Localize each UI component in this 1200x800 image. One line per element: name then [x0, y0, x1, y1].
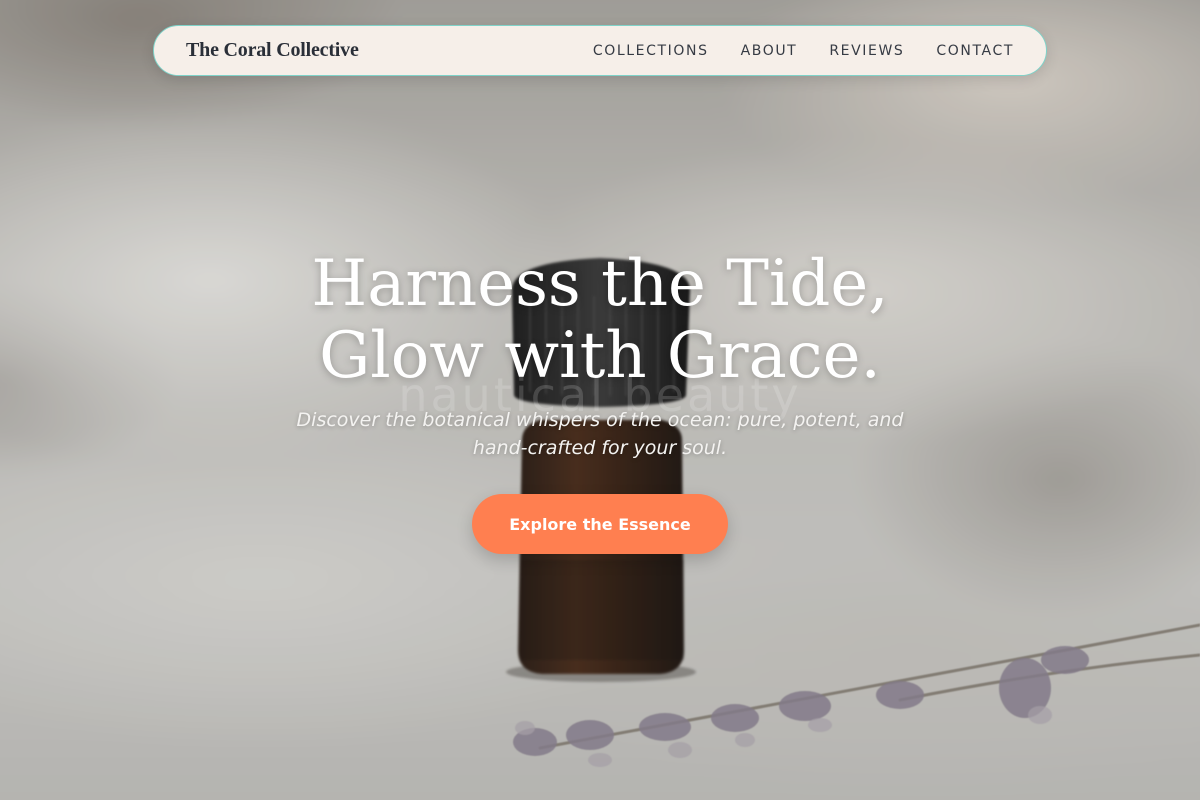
nav-link-reviews[interactable]: REVIEWS	[829, 43, 904, 59]
brand-logo[interactable]: The Coral Collective	[186, 39, 359, 62]
navigation-bar: The Coral Collective COLLECTIONS ABOUT R…	[153, 25, 1047, 76]
explore-essence-button[interactable]: Explore the Essence	[472, 494, 728, 554]
hero-section: The Coral Collective COLLECTIONS ABOUT R…	[0, 0, 1200, 800]
nav-link-collections[interactable]: COLLECTIONS	[593, 43, 709, 59]
hero-subtitle: Discover the botanical whispers of the o…	[296, 409, 904, 459]
hero-title-line-1: Harness the Tide,	[311, 247, 889, 321]
hero-overlay	[0, 0, 1200, 800]
nav-link-contact[interactable]: CONTACT	[936, 43, 1014, 59]
nav-links: COLLECTIONS ABOUT REVIEWS CONTACT	[593, 43, 1014, 59]
nav-link-about[interactable]: ABOUT	[741, 43, 798, 59]
hero-title: Harness the Tide, Glow with Grace.	[0, 248, 1200, 392]
hero-title-line-2: Glow with Grace.	[319, 319, 881, 393]
